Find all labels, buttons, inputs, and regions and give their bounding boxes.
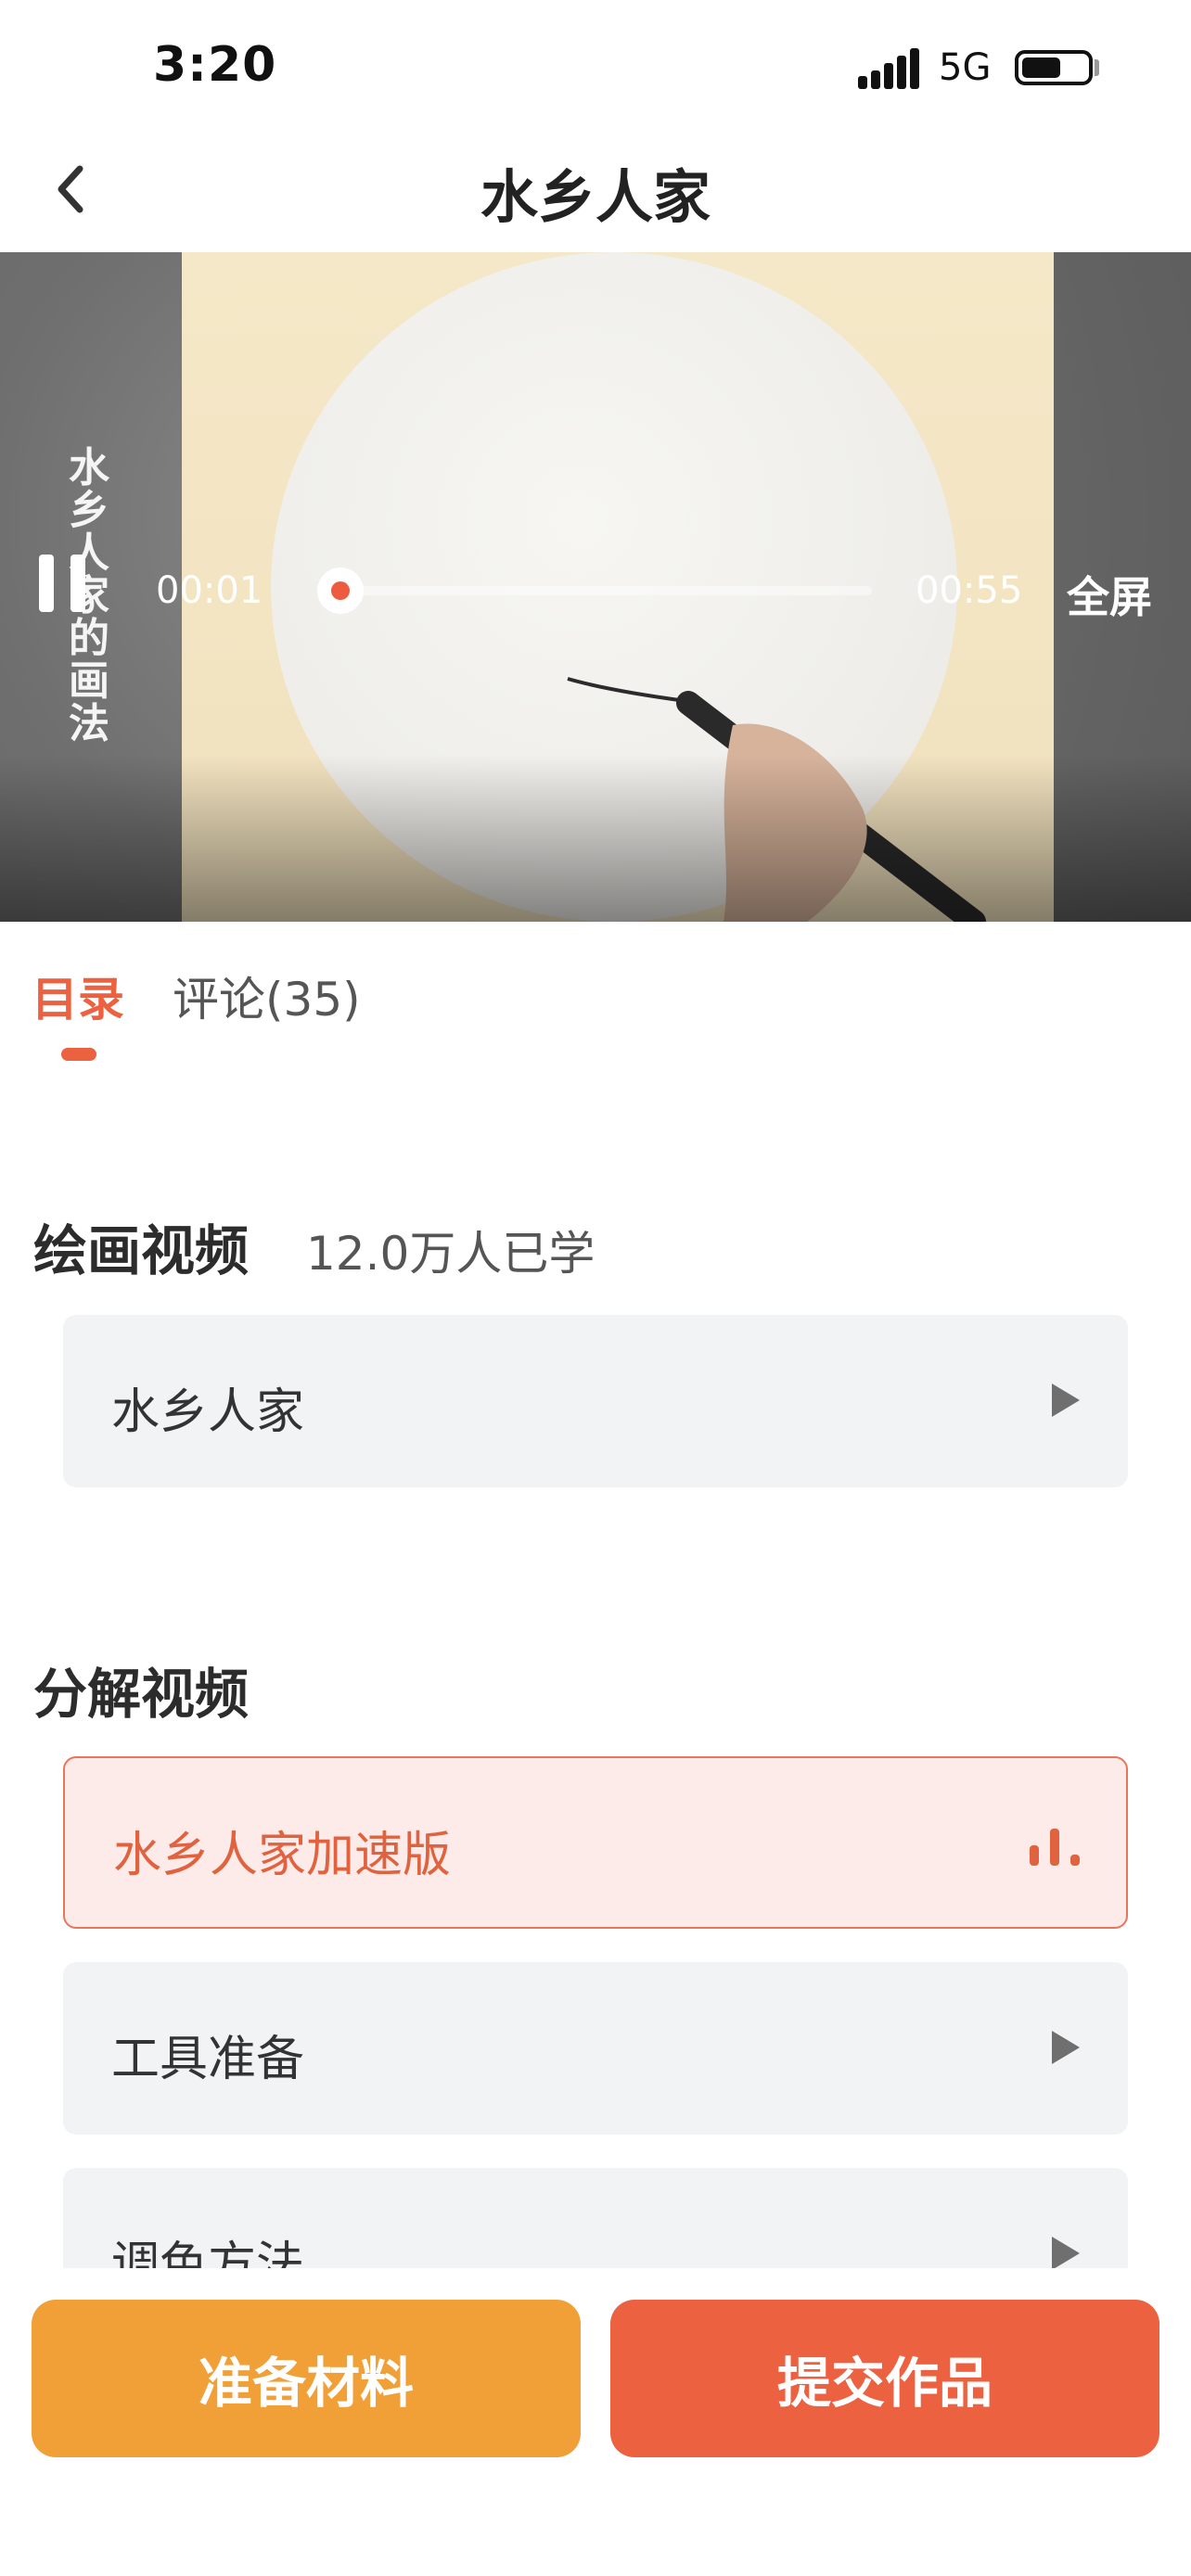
page-title: 水乡人家	[480, 163, 711, 231]
prepare-materials-button[interactable]: 准备材料	[32, 2300, 581, 2457]
list-item-tool-prep[interactable]: 工具准备	[63, 1962, 1128, 2135]
progress-thumb[interactable]	[316, 567, 364, 614]
now-playing-icon	[1030, 1827, 1085, 1866]
battery-cap	[1095, 59, 1099, 76]
section-title-painting: 绘画视频	[33, 1219, 250, 1282]
progress-track[interactable]	[327, 586, 872, 595]
list-item-speed-version[interactable]: 水乡人家加速版	[63, 1756, 1128, 1929]
battery-level	[1022, 57, 1060, 78]
play-icon	[1052, 2237, 1080, 2268]
section-title-breakdown: 分解视频	[33, 1663, 250, 1726]
network-type: 5G	[939, 46, 992, 89]
tab-indicator	[61, 1048, 96, 1061]
list-item-color-mixing[interactable]: 调色方法	[63, 2168, 1128, 2268]
video-controls-gradient	[0, 755, 1191, 922]
play-icon	[1052, 2031, 1080, 2064]
list-item-label: 调色方法	[111, 2238, 305, 2268]
list-clip: 调色方法	[0, 2123, 1191, 2268]
list-item-label: 工具准备	[111, 2032, 305, 2087]
list-item-label: 水乡人家	[111, 1384, 305, 1440]
tab-catalog[interactable]: 目录	[32, 963, 124, 1029]
tab-comments[interactable]: 评论(35)	[173, 963, 361, 1029]
total-time: 00:55	[916, 569, 1023, 612]
status-time: 3:20	[153, 37, 277, 93]
submit-work-button[interactable]: 提交作品	[610, 2300, 1159, 2457]
list-item-painting-video[interactable]: 水乡人家	[63, 1315, 1128, 1487]
list-item-label: 水乡人家加速版	[113, 1828, 452, 1883]
fullscreen-button[interactable]: 全屏	[1067, 564, 1152, 625]
signal-strength-icon	[858, 48, 919, 89]
play-icon	[1052, 1384, 1080, 1417]
pause-button[interactable]	[35, 555, 87, 614]
battery-icon	[1015, 50, 1093, 85]
learner-count: 12.0万人已学	[306, 1227, 596, 1281]
current-time: 00:01	[156, 569, 263, 612]
